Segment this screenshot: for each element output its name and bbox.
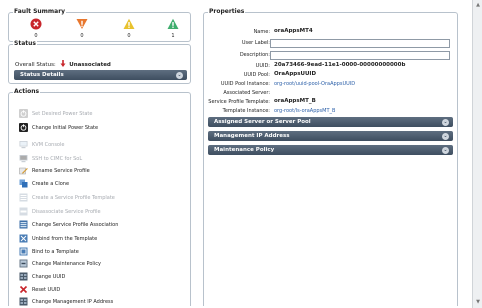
minor-fault-count: 0 — [127, 33, 131, 39]
management-ip-section[interactable]: Management IP Address ⌄ — [208, 131, 453, 141]
chevron-down-icon: ⌄ — [442, 146, 449, 154]
uuid-pool-instance-label: UUID Pool Instance: — [220, 81, 270, 87]
fault-summary-title: Fault Summary — [13, 8, 67, 15]
status-down-arrow-icon — [60, 60, 66, 67]
power-icon — [19, 123, 28, 132]
maintenance-policy-section[interactable]: Maintenance Policy ⌄ — [208, 145, 453, 155]
name-label: Name: — [253, 29, 270, 35]
user-label-input[interactable] — [270, 39, 450, 48]
section-label: Maintenance Policy — [214, 147, 275, 153]
action-label: Create a Service Profile Template — [32, 194, 115, 201]
overall-status-value: Unassociated — [69, 62, 111, 68]
major-fault-icon — [76, 19, 88, 29]
section-label: Assigned Server or Server Pool — [214, 119, 311, 125]
action-label: Create a Clone — [32, 180, 70, 187]
overall-status-label: Overall Status: — [15, 62, 56, 68]
uuid-icon — [19, 272, 28, 281]
properties-panel: Properties Name: oraAppsMT4 User Label: … — [203, 8, 458, 306]
scroll-down-icon[interactable]: ▼ — [475, 299, 481, 305]
kvm-icon — [19, 141, 28, 149]
overall-status-row: Overall Status: Unassociated — [15, 60, 111, 68]
uuid-value: 20a73466-9ead-11e1-0000-00000000000b — [274, 62, 406, 68]
associate-icon — [19, 220, 28, 229]
action-label: Change Service Profile Association — [32, 221, 119, 228]
actions-title: Actions — [13, 88, 41, 95]
action-label: Change Management IP Address — [32, 298, 114, 305]
critical-fault-count: 0 — [34, 33, 38, 39]
associated-server-label: Associated Server: — [223, 90, 270, 96]
vertical-scrollbar[interactable]: ▲ ▼ — [472, 0, 482, 308]
description-label: Description: — [239, 52, 270, 58]
template-instance-link[interactable]: org-root/ls-oraAppsMT_B — [274, 108, 335, 114]
critical-fault-icon — [30, 18, 42, 30]
bind-icon — [19, 247, 28, 256]
major-fault-count: 0 — [80, 33, 84, 39]
uuid-pool-label: UUID Pool: — [243, 72, 270, 78]
action-label: Reset UUID — [32, 286, 61, 293]
status-title: Status — [13, 40, 37, 47]
warning-fault-count: 1 — [171, 33, 175, 39]
sp-template-value: oraAppsMT_B — [274, 98, 316, 104]
action-label: Rename Service Profile — [32, 167, 90, 174]
ip-icon — [19, 297, 28, 306]
uuid-pool-instance-link[interactable]: org-root/uuid-pool-OraAppsUUID — [274, 81, 355, 87]
ssh-icon — [19, 155, 28, 163]
user-label-label: User Label: — [241, 40, 270, 46]
uuid-label: UUID: — [255, 63, 270, 69]
description-input[interactable] — [270, 51, 450, 60]
critical-fault-indicator[interactable]: 0 — [29, 18, 43, 39]
action-label: Disassociate Service Profile — [32, 208, 101, 215]
fault-summary-panel: Fault Summary 0 0 0 1 — [8, 8, 191, 42]
policy-icon — [19, 259, 28, 268]
chevron-down-icon: ⌄ — [442, 132, 449, 140]
properties-title: Properties — [208, 8, 246, 15]
major-fault-indicator[interactable]: 0 — [75, 18, 89, 39]
action-label: SSH to CIMC for SoL — [32, 155, 83, 162]
scroll-up-icon[interactable]: ▲ — [475, 2, 481, 8]
assigned-server-section[interactable]: Assigned Server or Server Pool ⌄ — [208, 117, 453, 127]
disassociate-icon — [19, 207, 28, 216]
power-icon — [19, 109, 28, 118]
clone-icon — [19, 179, 28, 188]
action-label: Change Maintenance Policy — [32, 260, 101, 267]
action-label: Change Initial Power State — [32, 124, 99, 131]
status-details-bar[interactable]: Status Details ⌄ — [14, 70, 187, 80]
section-label: Management IP Address — [214, 133, 290, 139]
action-label: Set Desired Power State — [32, 110, 93, 117]
uuid-pool-value: OraAppsUUID — [274, 71, 317, 77]
warning-fault-icon — [167, 18, 179, 29]
status-details-label: Status Details — [20, 72, 64, 78]
close-icon — [19, 285, 28, 294]
template-icon — [19, 193, 28, 202]
action-label: Change UUID — [32, 273, 66, 280]
action-label: KVM Console — [32, 141, 65, 148]
warning-fault-indicator[interactable]: 1 — [166, 18, 180, 39]
minor-fault-icon — [123, 18, 135, 29]
unbind-icon — [19, 234, 28, 243]
name-value: oraAppsMT4 — [274, 28, 313, 34]
action-label: Bind to a Template — [32, 248, 79, 255]
action-label: Unbind from the Template — [32, 235, 98, 242]
actions-panel: Actions Set Desired Power State Change I… — [8, 88, 191, 306]
template-instance-label: Template Instance: — [222, 108, 270, 114]
chevron-down-icon: ⌄ — [442, 118, 449, 126]
sp-template-label: Service Profile Template: — [208, 99, 270, 105]
rename-icon — [19, 167, 28, 175]
chevron-down-icon: ⌄ — [176, 71, 183, 79]
minor-fault-indicator[interactable]: 0 — [122, 18, 136, 39]
status-panel: Status Overall Status: Unassociated Stat… — [8, 40, 191, 84]
